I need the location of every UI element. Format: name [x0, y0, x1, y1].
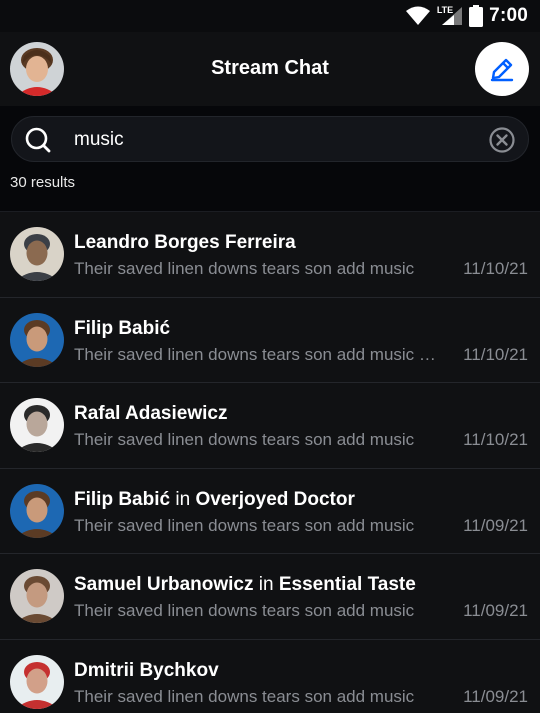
channel-name: Essential Taste [278, 574, 416, 595]
message-date: 11/10/21 [463, 430, 528, 449]
message-preview: Their saved linen downs tears son add mu… [74, 430, 415, 449]
list-item[interactable]: Leandro Borges Ferreira Their saved line… [0, 212, 540, 298]
sender-name: Leandro Borges Ferreira [74, 232, 296, 253]
message-date: 11/10/21 [463, 259, 528, 278]
message-preview: Their saved linen downs tears son add mu… [74, 344, 442, 364]
page-title: Stream Chat [211, 57, 329, 79]
sender-name: Filip Babić [74, 317, 171, 339]
sender-name-line: Rafal Adasiewicz [74, 403, 227, 425]
channel-name: Overjoyed Doctor [195, 488, 355, 510]
in-label: in [175, 488, 191, 510]
status-icons: LTE 7:00 [405, 4, 528, 28]
message-preview: Their saved linen downs tears son add mu… [74, 515, 415, 535]
app-header: Stream Chat [0, 32, 540, 106]
new-chat-button[interactable] [475, 42, 529, 96]
sender-name: Samuel Urbanowicz [74, 574, 254, 595]
list-item[interactable]: Dmitrii Bychkov Their saved linen downs … [0, 640, 540, 713]
avatar [10, 312, 64, 367]
list-item[interactable]: Filip Babić in Overjoyed Doctor Their sa… [0, 469, 540, 554]
avatar [10, 227, 64, 281]
results-header: 30 results [0, 168, 540, 212]
battery-icon [469, 5, 484, 27]
message-date: 11/09/21 [463, 601, 528, 620]
avatar [10, 654, 64, 709]
message-preview: Their saved linen downs tears son add mu… [74, 601, 415, 620]
pencil-icon [490, 58, 514, 82]
message-preview: Their saved linen downs tears son add mu… [74, 686, 415, 706]
sender-name: Rafal Adasiewicz [74, 403, 228, 424]
avatar [10, 483, 64, 538]
search-box[interactable] [11, 116, 529, 162]
message-date: 11/09/21 [463, 515, 528, 535]
list-item[interactable]: Rafal Adasiewicz Their saved linen downs… [0, 383, 540, 469]
sender-name-line: Samuel Urbanowicz in Essential Taste [74, 574, 416, 596]
search-input[interactable] [74, 127, 474, 153]
search-area [0, 106, 540, 168]
wifi-icon [405, 6, 430, 25]
sender-name-line: Filip Babić [74, 318, 170, 340]
search-icon [25, 127, 51, 153]
status-bar: LTE 7:00 [0, 0, 540, 32]
message-date: 11/09/21 [463, 686, 528, 706]
avatar [10, 569, 64, 623]
clock: 7:00 [489, 5, 528, 26]
message-date: 11/10/21 [463, 344, 528, 364]
in-label: in [258, 574, 274, 595]
message-preview: Their saved linen downs tears son add mu… [74, 259, 415, 278]
sender-name: Filip Babić [74, 488, 171, 510]
avatar [10, 398, 64, 452]
clear-search-icon[interactable] [488, 126, 516, 154]
sender-name-line: Dmitrii Bychkov [74, 660, 219, 682]
sender-name-line: Filip Babić in Overjoyed Doctor [74, 489, 355, 511]
search-results-list: Leandro Borges Ferreira Their saved line… [0, 212, 540, 713]
network-type-label: LTE [436, 5, 454, 15]
list-item[interactable]: Filip Babić Their saved linen downs tear… [0, 298, 540, 383]
sender-name-line: Leandro Borges Ferreira [74, 232, 296, 254]
sender-name: Dmitrii Bychkov [74, 659, 219, 681]
list-item[interactable]: Samuel Urbanowicz in Essential Taste The… [0, 554, 540, 640]
results-count: 30 results [10, 174, 76, 191]
